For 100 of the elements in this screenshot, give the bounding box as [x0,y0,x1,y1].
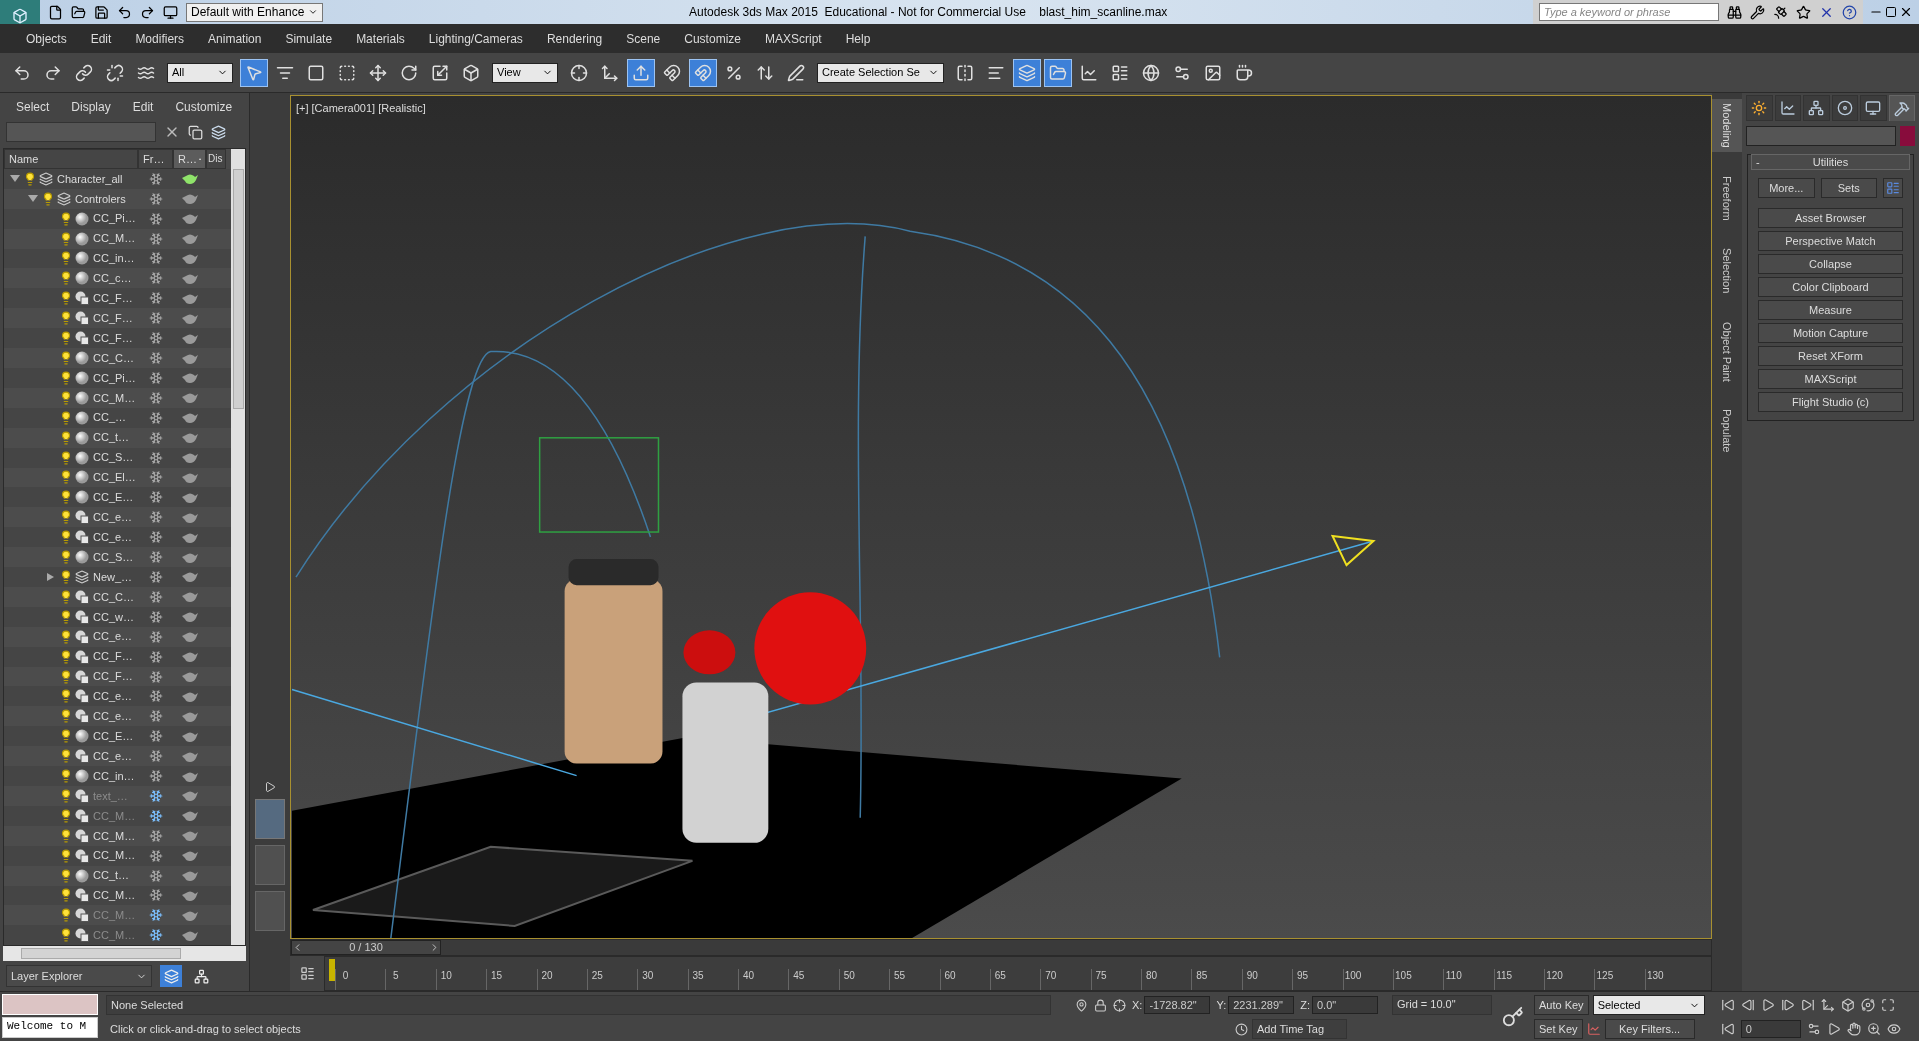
timeline-track[interactable]: 0 5 10 15 20 25 30 35 40 45 50 55 60 65 70 75 80 85 90 95 100 105 110 115 120 125 130 [324,956,1712,991]
go-to-end-icon[interactable] [1800,998,1815,1012]
snowflake-icon[interactable] [148,331,163,346]
lightbulb-icon[interactable] [59,530,73,545]
object-name[interactable]: CC_Pi… [93,210,136,227]
crosshair-icon[interactable] [1113,998,1126,1012]
object-name[interactable]: CC_F… [93,668,133,685]
viewport-label[interactable]: [Realistic] [378,100,426,117]
frame-field[interactable]: 0 [1740,1020,1801,1038]
viewport-label[interactable]: [+] [296,100,309,117]
utility-button[interactable]: Color Clipboard [1758,277,1903,297]
column-header[interactable]: Fr… [138,149,173,169]
toolbar-dropdown[interactable]: All [167,62,233,83]
object-name[interactable]: CC_e… [93,628,133,645]
object-name[interactable]: CC_M… [93,230,136,247]
coordinate-field[interactable]: 0.0" [1312,996,1378,1014]
rollout-button[interactable]: Sets [1820,178,1877,198]
lightbulb-icon[interactable] [59,390,73,405]
lightbulb-icon[interactable] [59,808,73,823]
lightbulb-icon[interactable] [23,171,37,186]
lightbulb-icon[interactable] [59,231,73,246]
snowflake-icon[interactable] [148,311,163,326]
expand-arrow-icon[interactable] [45,573,56,581]
object-name[interactable]: CC_Pi… [93,369,136,387]
lightbulb-icon[interactable] [59,311,73,326]
object-name-field[interactable] [1746,126,1896,146]
close-icon[interactable] [1899,5,1913,19]
command-panel-tab[interactable] [1831,95,1858,121]
auto-key-button[interactable]: Auto Key [1534,995,1589,1015]
undo-icon[interactable] [117,4,132,20]
command-panel-tab[interactable] [1888,95,1915,121]
object-name[interactable]: CC_C… [93,588,134,606]
lightbulb-icon[interactable] [59,211,73,226]
snowflake-icon[interactable] [148,669,163,684]
lightbulb-icon[interactable] [59,689,73,704]
utility-button[interactable]: MAXScript [1758,369,1903,389]
toolbar-button[interactable] [1043,58,1072,87]
time-config-icon[interactable] [1806,1022,1821,1036]
time-tag-button[interactable]: Add Time Tag [1252,1019,1347,1039]
toolbar-button[interactable] [689,58,717,87]
lightbulb-icon[interactable] [59,271,73,286]
menu-item[interactable]: Rendering [546,29,603,48]
snowflake-icon[interactable] [148,729,163,744]
ribbon-tab[interactable]: Selection [1710,244,1744,298]
snowflake-icon[interactable] [148,689,163,704]
snowflake-icon[interactable] [148,788,163,803]
snowflake-icon[interactable] [148,370,163,385]
object-name[interactable]: CC_F… [93,290,133,307]
go-to-start-icon[interactable] [1720,998,1735,1012]
object-name[interactable]: CC_E… [93,489,134,506]
menu-item[interactable]: Scene [626,29,661,48]
lightbulb-icon[interactable] [59,570,73,584]
snowflake-icon[interactable] [148,649,163,664]
toolbar-dropdown[interactable]: View [492,62,558,83]
previous-frame-icon[interactable] [1740,998,1755,1012]
listener-output-field[interactable] [2,994,98,1015]
clock-icon[interactable] [1235,1022,1248,1036]
binoculars-icon[interactable] [1727,4,1742,20]
menu-item[interactable]: Modifiers [135,29,185,48]
lightbulb-icon[interactable] [59,709,73,724]
next-frame-icon[interactable] [1780,998,1795,1012]
snowflake-icon[interactable] [148,848,163,863]
explorer-menu-item[interactable]: Edit [132,97,154,116]
object-name[interactable]: Controlers [75,190,126,207]
folder-icon[interactable] [71,4,86,20]
key-filters-button[interactable]: Key Filters... [1604,1019,1695,1039]
lightbulb-icon[interactable] [59,251,73,266]
lightbulb-icon[interactable] [59,828,73,843]
lightbulb-icon[interactable] [59,868,73,883]
lightbulb-icon[interactable] [59,410,73,425]
explorer-menu-item[interactable]: Customize [175,97,233,116]
satellite-icon[interactable] [1773,4,1788,20]
lightbulb-icon[interactable] [59,291,73,306]
snowflake-icon[interactable] [148,351,163,365]
snowflake-icon[interactable] [148,629,163,644]
ribbon-tab[interactable]: Freeform [1710,171,1744,225]
lightbulb-icon[interactable] [59,908,73,923]
object-name[interactable]: CC_e… [93,747,133,765]
menu-item[interactable]: Simulate [285,29,333,48]
lightbulb-icon[interactable] [59,669,73,684]
vertical-scrollbar[interactable] [231,149,245,945]
coordinate-field[interactable]: 2231.289" [1228,996,1295,1014]
explorer-mode-dropdown[interactable]: Layer Explorer [6,965,152,987]
lock-icon[interactable] [1094,998,1107,1012]
lightbulb-icon[interactable] [59,430,73,445]
snowflake-icon[interactable] [148,570,163,584]
pan-icon[interactable] [1846,1022,1861,1036]
object-name[interactable]: CC_M… [93,389,136,407]
new-file-icon[interactable] [48,4,63,20]
lightbulb-icon[interactable] [59,749,73,764]
axes-icon[interactable] [1820,998,1835,1012]
horizontal-scrollbar[interactable] [3,946,246,961]
snowflake-icon[interactable] [148,191,163,206]
utility-button[interactable]: Collapse [1758,254,1903,274]
snowflake-icon[interactable] [148,251,163,266]
key-icon[interactable] [1502,1005,1524,1028]
lightbulb-icon[interactable] [59,928,73,943]
snowflake-icon[interactable] [148,828,163,843]
layers-icon[interactable] [211,124,226,140]
snowflake-icon[interactable] [148,868,163,883]
